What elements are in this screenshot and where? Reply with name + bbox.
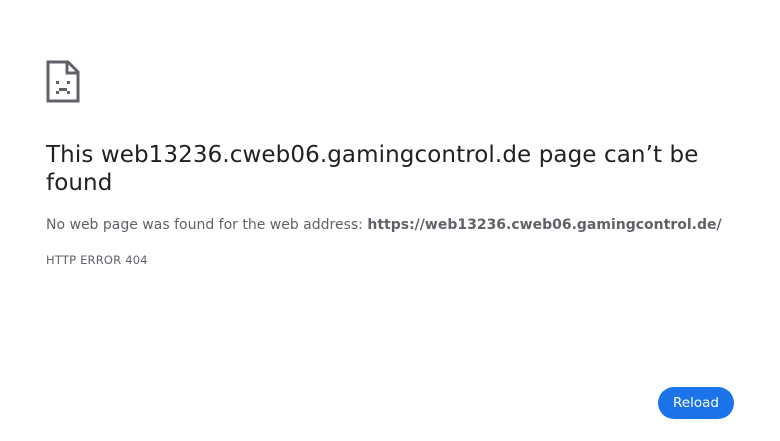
error-url: https://web13236.cweb06.gamingcontrol.de… xyxy=(367,217,722,233)
error-code: HTTP ERROR 404 xyxy=(46,253,148,267)
error-page: { "headline": { "prefix": "This ", "host… xyxy=(0,0,780,441)
reload-button[interactable]: Reload xyxy=(658,387,734,419)
headline-host: web13236.cweb06.gamingcontrol.de xyxy=(100,142,532,168)
page-title: This web13236.cweb06.gamingcontrol.de pa… xyxy=(46,141,746,197)
error-content: This web13236.cweb06.gamingcontrol.de pa… xyxy=(46,60,746,268)
error-description: No web page was found for the web addres… xyxy=(46,215,746,235)
headline-prefix: This xyxy=(46,142,101,168)
sad-document-icon xyxy=(46,60,80,103)
description-text: No web page was found for the web addres… xyxy=(46,217,368,233)
